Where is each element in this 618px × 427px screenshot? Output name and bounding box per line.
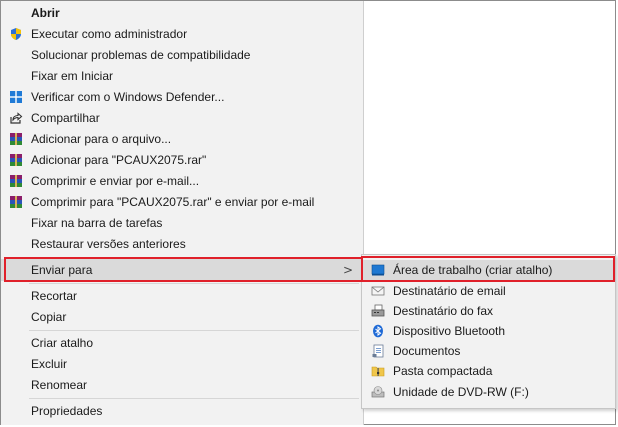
windows-defender-icon (9, 90, 23, 104)
submenu-item-label: Destinatário do fax (393, 304, 494, 318)
menu-item-comprimir-rar-enviar-email[interactable]: Comprimir para "PCAUX2075.rar" e enviar … (1, 192, 363, 213)
submenu-item-destinatario-fax[interactable]: Destinatário do fax (363, 301, 614, 321)
submenu-item-label: Destinatário de email (393, 284, 506, 298)
submenu-item-dvd-rw[interactable]: Unidade de DVD-RW (F:) (363, 382, 614, 402)
menu-item-label: Solucionar problemas de compatibilidade (31, 48, 251, 62)
documents-icon (371, 344, 385, 358)
submenu-item-documentos[interactable]: Documentos (363, 341, 614, 361)
menu-item-label: Copiar (31, 310, 67, 324)
menu-item-excluir[interactable]: Excluir (1, 354, 363, 375)
highlight-box (361, 256, 615, 282)
menu-item-solucionar-compatibilidade[interactable]: Solucionar problemas de compatibilidade (1, 45, 363, 66)
submenu-item-label: Dispositivo Bluetooth (393, 324, 506, 338)
menu-item-label: Renomear (31, 378, 88, 392)
winrar-icon (9, 132, 23, 146)
menu-item-label: Fixar em Iniciar (31, 69, 114, 83)
submenu-item-bluetooth[interactable]: Dispositivo Bluetooth (363, 321, 614, 341)
dvd-drive-icon (371, 385, 385, 399)
menu-item-adicionar-arquivo[interactable]: Adicionar para o arquivo... (1, 129, 363, 150)
menu-separator (29, 330, 359, 331)
menu-item-propriedades[interactable]: Propriedades (1, 401, 363, 422)
winrar-icon (9, 174, 23, 188)
highlight-box (4, 257, 363, 282)
submenu-item-label: Documentos (393, 344, 461, 358)
menu-item-criar-atalho[interactable]: Criar atalho (1, 333, 363, 354)
menu-item-label: Verificar com o Windows Defender... (31, 90, 225, 104)
menu-item-label: Fixar na barra de tarefas (31, 216, 163, 230)
uac-shield-icon (9, 27, 23, 41)
menu-item-label: Adicionar para o arquivo... (31, 132, 172, 146)
menu-item-label: Propriedades (31, 404, 103, 418)
zip-folder-icon (371, 364, 385, 378)
menu-item-copiar[interactable]: Copiar (1, 307, 363, 328)
bluetooth-icon (371, 324, 385, 338)
menu-separator (29, 398, 359, 399)
winrar-icon (9, 153, 23, 167)
submenu-item-label: Pasta compactada (393, 364, 493, 378)
mail-recipient-icon (371, 284, 385, 298)
menu-item-label: Criar atalho (31, 336, 94, 350)
menu-item-label: Comprimir e enviar por e-mail... (31, 174, 200, 188)
menu-item-compartilhar[interactable]: Compartilhar (1, 108, 363, 129)
menu-item-comprimir-enviar-email[interactable]: Comprimir e enviar por e-mail... (1, 171, 363, 192)
submenu-item-label: Unidade de DVD-RW (F:) (393, 385, 529, 399)
menu-item-label: Recortar (31, 289, 78, 303)
menu-item-fixar-barra-tarefas[interactable]: Fixar na barra de tarefas (1, 213, 363, 234)
menu-item-adicionar-rar[interactable]: Adicionar para "PCAUX2075.rar" (1, 150, 363, 171)
share-icon (9, 111, 23, 125)
menu-item-abrir[interactable]: Abrir (1, 3, 363, 24)
menu-item-executar-como-administrador[interactable]: Executar como administrador (1, 24, 363, 45)
menu-item-renomear[interactable]: Renomear (1, 375, 363, 396)
menu-item-label: Executar como administrador (31, 27, 188, 41)
menu-item-restaurar-versoes[interactable]: Restaurar versões anteriores (1, 234, 363, 255)
submenu-item-pasta-compactada[interactable]: Pasta compactada (363, 361, 614, 381)
menu-item-recortar[interactable]: Recortar (1, 286, 363, 307)
menu-item-label: Restaurar versões anteriores (31, 237, 186, 251)
winrar-icon (9, 195, 23, 209)
menu-item-label: Adicionar para "PCAUX2075.rar" (31, 153, 207, 167)
submenu-item-destinatario-email[interactable]: Destinatário de email (363, 281, 614, 301)
menu-item-label: Abrir (31, 6, 60, 20)
context-menu: Abrir Executar como administrador Soluci… (1, 1, 364, 425)
menu-separator (29, 283, 359, 284)
menu-item-label: Excluir (31, 357, 68, 371)
fax-icon (371, 304, 385, 318)
menu-item-label: Comprimir para "PCAUX2075.rar" e enviar … (31, 195, 315, 209)
menu-item-fixar-em-iniciar[interactable]: Fixar em Iniciar (1, 66, 363, 87)
menu-item-label: Compartilhar (31, 111, 100, 125)
menu-item-windows-defender[interactable]: Verificar com o Windows Defender... (1, 87, 363, 108)
